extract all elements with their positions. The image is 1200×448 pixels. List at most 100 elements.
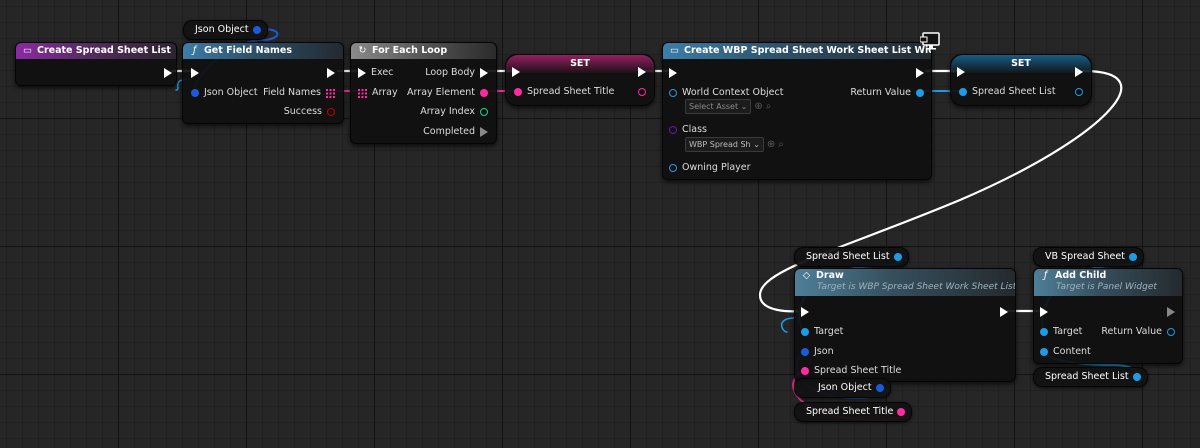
node-header: ↻ For Each Loop [351,43,496,59]
create-widget-node[interactable]: ▭ Create WBP Spread Sheet Work Sheet List… [662,42,932,180]
browse-icon[interactable]: ⌕ [766,100,772,114]
json-object-variable[interactable]: Json Object [794,378,891,398]
create-spread-sheet-list-node[interactable]: ▭ Create Spread Sheet List [15,42,177,86]
exec-in-pin[interactable] [191,67,199,78]
class-dropdown[interactable]: WBP Spread Sh ⌄ [685,137,764,152]
draw-node[interactable]: ◇ Draw Target is WBP Spread Sheet Work Sh… [794,268,1016,382]
string-pin[interactable] [801,367,809,375]
pin-label: Spread Sheet Title [527,86,615,97]
for-each-loop-node[interactable]: ↻ For Each Loop Exec Loop Body Array Arra… [350,42,497,144]
spread-sheet-list-variable[interactable]: Spread Sheet List [794,247,909,267]
get-field-names-node[interactable]: ƒ Get Field Names Json Object Field Names… [182,42,344,124]
exec-out-pin[interactable] [916,67,924,78]
object-pin[interactable] [1040,348,1048,356]
object-pin[interactable] [1040,328,1048,336]
string-out-pin[interactable] [638,87,646,96]
pin-label: Class [682,124,707,135]
object-pin[interactable] [669,89,677,97]
object-out-pin[interactable] [1075,87,1083,96]
array-pin[interactable] [358,88,367,98]
class-pin[interactable] [669,126,677,134]
pin-label: Owning Player [682,162,751,173]
widget-icon: ▭ [670,45,679,56]
spread-sheet-list-variable[interactable]: Spread Sheet List [1033,367,1148,387]
vb-spread-sheet-variable[interactable]: VB Spread Sheet [1033,247,1144,267]
exec-out-pin[interactable] [638,66,646,77]
exec-out-pin[interactable] [327,67,335,78]
exec-in-pin[interactable] [801,306,809,317]
object-pin[interactable] [1128,252,1137,261]
node-title: Draw [816,270,844,281]
node-header: ƒ Get Field Names [183,43,343,59]
object-pin[interactable] [959,88,967,96]
object-pin[interactable] [893,252,902,261]
json-object-variable[interactable]: Json Object [183,20,268,40]
object-pin[interactable] [916,89,924,97]
node-title: For Each Loop [372,45,448,56]
object-pin[interactable] [1132,372,1141,381]
function-icon: ƒ [192,45,197,56]
object-pin[interactable] [669,164,677,172]
set-spread-sheet-list-node[interactable]: SET Spread Sheet List [950,54,1092,106]
variable-label: Json Object [195,24,249,35]
exec-in-pin[interactable] [669,67,677,78]
pin-label: Json [814,346,834,357]
select-asset-dropdown[interactable]: Select Asset ⌄ [685,99,752,114]
variable-label: Spread Sheet List [1045,371,1129,382]
string-pin[interactable] [480,89,488,97]
object-pin[interactable] [801,328,809,336]
dropdown-value: Select Asset [689,102,739,111]
node-subtitle: Target is WBP Spread Sheet Work Sheet Li… [817,282,1015,292]
node-title: SET [951,55,1091,73]
node-header: ▭ Create Spread Sheet List [16,43,176,59]
pin-label: Field Names [263,87,321,98]
node-header: ƒ Add Child Target is Panel Widget [1034,269,1182,296]
pin-label: Array [372,87,398,98]
loop-icon: ↻ [358,45,367,56]
dropdown-value: WBP Spread Sh [689,140,751,149]
int-pin[interactable] [480,108,488,116]
exec-in-pin[interactable] [957,66,965,77]
struct-pin[interactable] [252,25,261,34]
event-diamond-icon: ◇ [802,270,811,281]
exec-in-pin[interactable] [358,68,366,78]
exec-in-pin[interactable] [512,66,520,77]
variable-label: Spread Sheet List [806,251,890,262]
use-selected-icon[interactable]: ⊕ [754,100,762,114]
exec-out-pin[interactable] [480,127,488,137]
bool-pin[interactable] [327,108,335,116]
exec-out-pin[interactable] [1075,66,1083,77]
pin-label: Completed [423,126,475,137]
function-icon: ƒ [1043,270,1048,281]
string-pin[interactable] [514,88,522,96]
chevron-down-icon: ⌄ [753,140,760,149]
exec-out-pin[interactable] [164,67,172,78]
node-title: Add Child [1055,270,1107,281]
pin-label: Array Index [420,106,475,117]
string-pin[interactable] [897,407,906,416]
pin-label: World Context Object [682,87,784,98]
use-selected-icon[interactable]: ⊕ [767,138,775,152]
pin-label: Return Value [1101,326,1162,337]
exec-out-pin[interactable] [480,68,488,78]
node-header: ▭ Create WBP Spread Sheet Work Sheet List… [663,43,931,59]
set-spread-sheet-title-node[interactable]: SET Spread Sheet Title [505,54,655,106]
node-title: Create WBP Spread Sheet Work Sheet List … [684,45,931,56]
exec-out-pin[interactable] [1000,306,1008,317]
struct-pin[interactable] [875,383,884,392]
pin-label: Exec [371,67,394,78]
array-pin[interactable] [326,88,335,98]
object-out-pin[interactable] [1167,328,1175,336]
event-icon: ▭ [23,45,32,56]
struct-pin[interactable] [191,89,199,97]
browse-icon[interactable]: ⌕ [778,138,784,152]
variable-label: Json Object [818,382,872,393]
pin-label: Target [814,326,844,337]
add-child-node[interactable]: ƒ Add Child Target is Panel Widget Target… [1033,268,1183,364]
struct-pin[interactable] [801,348,809,356]
spread-sheet-title-variable[interactable]: Spread Sheet Title [794,402,913,422]
draw-left-stub [780,317,796,333]
node-title: Get Field Names [204,45,293,56]
exec-out-pin[interactable] [1167,306,1175,317]
exec-in-pin[interactable] [1040,306,1048,317]
